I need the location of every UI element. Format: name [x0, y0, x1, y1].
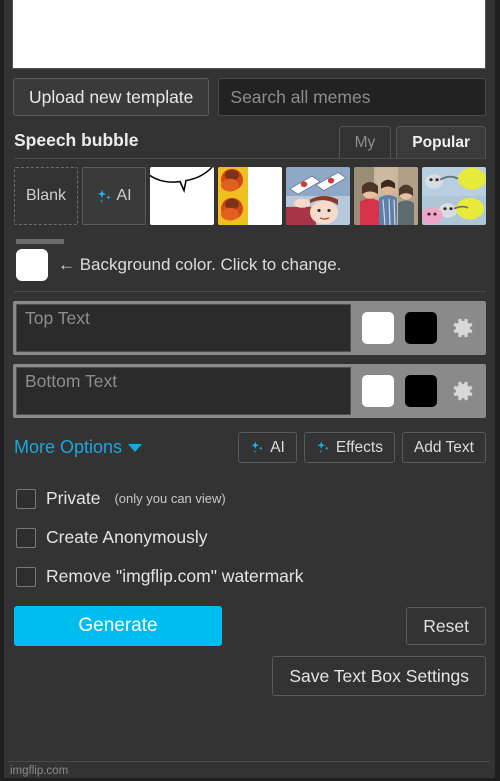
private-checkbox[interactable] — [16, 488, 36, 509]
gear-icon — [453, 318, 473, 338]
sparkle-icon — [250, 440, 265, 455]
background-row-divider — [14, 291, 486, 292]
meme-canvas-preview[interactable] — [12, 0, 486, 69]
template-ai[interactable]: AI — [82, 167, 146, 225]
private-sublabel: (only you can view) — [114, 491, 226, 506]
create-anonymously-checkbox[interactable] — [16, 527, 36, 548]
bottom-text-outline-color-swatch[interactable] — [405, 375, 437, 407]
more-options-label: More Options — [14, 437, 123, 457]
sparkle-icon — [96, 188, 113, 205]
background-color-swatch[interactable] — [16, 249, 48, 281]
upload-new-template-button[interactable]: Upload new template — [13, 78, 210, 116]
template-is-this-a-pigeon[interactable] — [286, 167, 350, 225]
footer-actions: Generate Reset Save Text Box Settings — [4, 596, 495, 696]
bottom-text-settings-button[interactable] — [446, 378, 480, 404]
generate-button[interactable]: Generate — [14, 606, 222, 646]
background-color-row: ← Background color. Click to change. — [4, 233, 495, 281]
template-section-header: Speech bubble My Popular — [4, 116, 495, 158]
ai-button-label: AI — [270, 438, 285, 456]
template-running-away-balloon[interactable] — [422, 167, 486, 225]
template-drake-hotline-bling[interactable] — [218, 167, 282, 225]
tab-my[interactable]: My — [338, 126, 392, 158]
private-label: Private — [46, 488, 101, 508]
bottom-text-fill-color-swatch[interactable] — [362, 375, 394, 407]
top-text-input[interactable]: Top Text — [16, 304, 351, 352]
effects-button[interactable]: Effects — [303, 432, 395, 463]
template-toolbar: Upload new template Search all memes — [4, 69, 495, 116]
top-text-outline-color-swatch[interactable] — [405, 312, 437, 344]
checkbox-row-anonymous[interactable]: Create Anonymously — [16, 518, 495, 557]
more-options-toggle[interactable]: More Options — [14, 437, 231, 458]
bottom-text-row: Bottom Text — [13, 364, 486, 418]
page-title: Speech bubble — [14, 130, 139, 150]
template-blank-label: Blank — [25, 187, 67, 204]
top-text-fill-color-swatch[interactable] — [362, 312, 394, 344]
add-text-button[interactable]: Add Text — [401, 432, 486, 463]
template-speech-bubble[interactable] — [150, 167, 214, 225]
tab-popular[interactable]: Popular — [396, 126, 486, 158]
chevron-down-icon — [128, 443, 143, 452]
save-text-box-settings-button[interactable]: Save Text Box Settings — [272, 656, 486, 696]
ai-button[interactable]: AI — [238, 432, 297, 463]
imgflip-watermark: imgflip.com — [10, 765, 69, 777]
background-color-divider — [16, 239, 64, 244]
options-checkbox-group: Private (only you can view) Create Anony… — [4, 463, 495, 596]
gear-icon — [453, 381, 473, 401]
template-thumbnail-strip[interactable]: Blank AI — [4, 159, 495, 233]
checkbox-row-watermark[interactable]: Remove "imgflip.com" watermark — [16, 557, 495, 596]
effects-button-label: Effects — [335, 438, 383, 456]
remove-watermark-checkbox[interactable] — [16, 566, 36, 587]
meme-generator-panel: Upload new template Search all memes Spe… — [0, 0, 500, 781]
search-input[interactable]: Search all memes — [218, 78, 486, 116]
footer-divider — [8, 761, 490, 762]
template-distracted-boyfriend[interactable] — [354, 167, 418, 225]
template-ai-label: AI — [116, 187, 132, 204]
background-color-label: ← Background color. Click to change. — [58, 255, 342, 274]
remove-watermark-label: Remove "imgflip.com" watermark — [46, 566, 304, 586]
checkbox-row-private[interactable]: Private (only you can view) — [16, 479, 495, 518]
top-text-row: Top Text — [13, 301, 486, 355]
template-blank[interactable]: Blank — [14, 167, 78, 225]
reset-button[interactable]: Reset — [406, 607, 486, 645]
top-text-settings-button[interactable] — [446, 315, 480, 341]
sparkle-icon — [316, 440, 331, 455]
options-row: More Options AI Effects Add Text — [4, 418, 495, 463]
bottom-text-input[interactable]: Bottom Text — [16, 367, 351, 415]
create-anonymously-label: Create Anonymously — [46, 527, 208, 547]
